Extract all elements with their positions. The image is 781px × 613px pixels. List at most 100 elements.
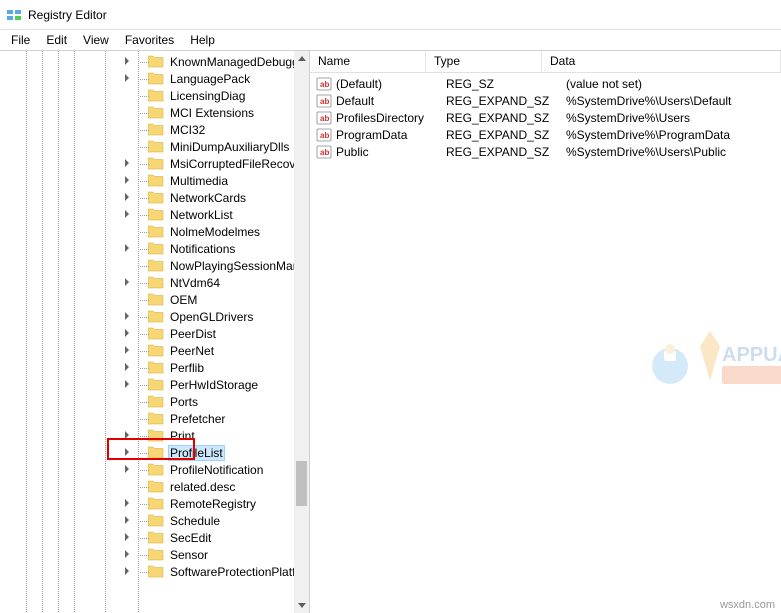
tree-item[interactable]: Ports bbox=[0, 393, 294, 410]
chevron-right-icon[interactable] bbox=[122, 73, 133, 84]
tree-item[interactable]: SoftwareProtectionPlatf bbox=[0, 563, 294, 580]
tree-item[interactable]: Print bbox=[0, 427, 294, 444]
chevron-right-icon[interactable] bbox=[122, 277, 133, 288]
tree-item[interactable]: Multimedia bbox=[0, 172, 294, 189]
tree-item[interactable]: PeerNet bbox=[0, 342, 294, 359]
list-row[interactable]: ab(Default)REG_SZ(value not set) bbox=[310, 75, 781, 92]
tree-scrollbar[interactable] bbox=[294, 51, 309, 613]
tree-item[interactable]: ProfileList bbox=[0, 444, 294, 461]
tree-item[interactable]: NowPlayingSessionMan bbox=[0, 257, 294, 274]
chevron-right-icon[interactable] bbox=[122, 328, 133, 339]
tree-item[interactable]: MCI Extensions bbox=[0, 104, 294, 121]
folder-icon bbox=[148, 497, 164, 510]
tree-item[interactable]: OEM bbox=[0, 291, 294, 308]
list-header: Name Type Data bbox=[310, 51, 781, 73]
tree-item[interactable]: Notifications bbox=[0, 240, 294, 257]
column-header-name[interactable]: Name bbox=[310, 51, 426, 72]
menu-view[interactable]: View bbox=[76, 31, 116, 49]
value-type: REG_EXPAND_SZ bbox=[446, 111, 566, 125]
value-data: %SystemDrive%\ProgramData bbox=[566, 128, 781, 142]
menu-edit[interactable]: Edit bbox=[39, 31, 74, 49]
tree-item-label: Prefetcher bbox=[168, 412, 227, 426]
folder-icon bbox=[148, 565, 164, 578]
list-row[interactable]: abProfilesDirectoryREG_EXPAND_SZ%SystemD… bbox=[310, 109, 781, 126]
tree-item[interactable]: NolmeModelmes bbox=[0, 223, 294, 240]
chevron-right-icon[interactable] bbox=[122, 362, 133, 373]
chevron-right-icon[interactable] bbox=[122, 192, 133, 203]
chevron-right-icon[interactable] bbox=[122, 379, 133, 390]
chevron-right-icon[interactable] bbox=[122, 498, 133, 509]
chevron-right-icon[interactable] bbox=[122, 243, 133, 254]
tree-item-label: NtVdm64 bbox=[168, 276, 222, 290]
tree-item[interactable]: LanguagePack bbox=[0, 70, 294, 87]
scroll-down-button[interactable] bbox=[294, 598, 309, 613]
menu-favorites[interactable]: Favorites bbox=[118, 31, 181, 49]
folder-icon bbox=[148, 106, 164, 119]
tree-item[interactable]: Sensor bbox=[0, 546, 294, 563]
value-type: REG_EXPAND_SZ bbox=[446, 128, 566, 142]
tree-item-label: ProfileNotification bbox=[168, 463, 265, 477]
column-header-type[interactable]: Type bbox=[426, 51, 542, 72]
tree-item-label: NolmeModelmes bbox=[168, 225, 262, 239]
svg-text:ab: ab bbox=[320, 148, 329, 157]
tree-item[interactable]: NetworkList bbox=[0, 206, 294, 223]
tree-item-label: Sensor bbox=[168, 548, 210, 562]
folder-icon bbox=[148, 55, 164, 68]
chevron-right-icon[interactable] bbox=[122, 56, 133, 67]
folder-icon bbox=[148, 123, 164, 136]
tree-item[interactable]: related.desc bbox=[0, 478, 294, 495]
tree-item[interactable]: NtVdm64 bbox=[0, 274, 294, 291]
list-row[interactable]: abPublicREG_EXPAND_SZ%SystemDrive%\Users… bbox=[310, 143, 781, 160]
value-name: (Default) bbox=[336, 77, 446, 91]
tree[interactable]: KnownManagedDebuggLanguagePack LicensingD… bbox=[0, 51, 294, 582]
folder-icon bbox=[148, 208, 164, 221]
tree-item-label: SecEdit bbox=[168, 531, 213, 545]
svg-text:ab: ab bbox=[320, 80, 329, 89]
chevron-right-icon[interactable] bbox=[122, 209, 133, 220]
titlebar[interactable]: Registry Editor bbox=[0, 0, 781, 30]
tree-item[interactable]: NetworkCards bbox=[0, 189, 294, 206]
tree-item[interactable]: ProfileNotification bbox=[0, 461, 294, 478]
tree-item[interactable]: PeerDist bbox=[0, 325, 294, 342]
value-type: REG_SZ bbox=[446, 77, 566, 91]
menu-file[interactable]: File bbox=[4, 31, 37, 49]
tree-item[interactable]: OpenGLDrivers bbox=[0, 308, 294, 325]
tree-item[interactable]: Perflib bbox=[0, 359, 294, 376]
chevron-right-icon[interactable] bbox=[122, 464, 133, 475]
tree-item[interactable]: Prefetcher bbox=[0, 410, 294, 427]
folder-icon bbox=[148, 344, 164, 357]
tree-item[interactable]: MiniDumpAuxiliaryDlls bbox=[0, 138, 294, 155]
list-row[interactable]: abDefaultREG_EXPAND_SZ%SystemDrive%\User… bbox=[310, 92, 781, 109]
chevron-right-icon[interactable] bbox=[122, 158, 133, 169]
tree-item-label: MiniDumpAuxiliaryDlls bbox=[168, 140, 291, 154]
chevron-right-icon[interactable] bbox=[122, 549, 133, 560]
chevron-right-icon[interactable] bbox=[122, 430, 133, 441]
scroll-up-button[interactable] bbox=[294, 51, 309, 66]
tree-item[interactable]: RemoteRegistry bbox=[0, 495, 294, 512]
tree-item-label: NowPlayingSessionMan bbox=[168, 259, 294, 273]
chevron-right-icon[interactable] bbox=[122, 515, 133, 526]
tree-item[interactable]: MCI32 bbox=[0, 121, 294, 138]
value-name: Default bbox=[336, 94, 446, 108]
list-row[interactable]: abProgramDataREG_EXPAND_SZ%SystemDrive%\… bbox=[310, 126, 781, 143]
tree-item[interactable]: PerHwIdStorage bbox=[0, 376, 294, 393]
folder-icon bbox=[148, 480, 164, 493]
tree-item[interactable]: Schedule bbox=[0, 512, 294, 529]
tree-item[interactable]: SecEdit bbox=[0, 529, 294, 546]
tree-item-label: PeerDist bbox=[168, 327, 218, 341]
tree-item-label: PeerNet bbox=[168, 344, 216, 358]
scroll-thumb[interactable] bbox=[296, 461, 307, 506]
chevron-right-icon[interactable] bbox=[122, 566, 133, 577]
chevron-right-icon[interactable] bbox=[122, 532, 133, 543]
folder-icon bbox=[148, 276, 164, 289]
tree-item[interactable]: MsiCorruptedFileRecove bbox=[0, 155, 294, 172]
tree-item[interactable]: KnownManagedDebugg bbox=[0, 53, 294, 70]
chevron-right-icon[interactable] bbox=[122, 311, 133, 322]
menu-help[interactable]: Help bbox=[183, 31, 222, 49]
tree-item-label: LicensingDiag bbox=[168, 89, 247, 103]
chevron-right-icon[interactable] bbox=[122, 345, 133, 356]
chevron-right-icon[interactable] bbox=[122, 175, 133, 186]
tree-item[interactable]: LicensingDiag bbox=[0, 87, 294, 104]
chevron-right-icon[interactable] bbox=[122, 447, 133, 458]
column-header-data[interactable]: Data bbox=[542, 51, 781, 72]
